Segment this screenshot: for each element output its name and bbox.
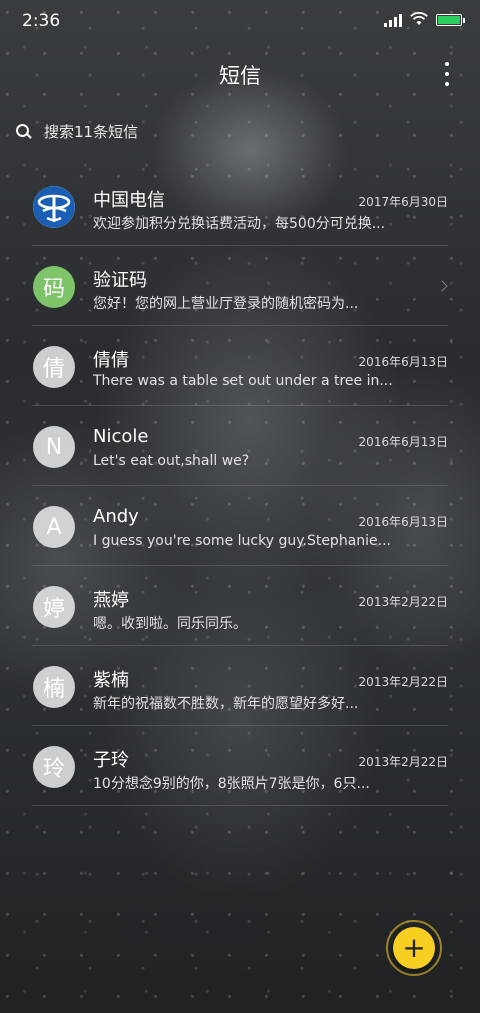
contact-name: 燕婷 <box>93 590 129 611</box>
china-telecom-logo-icon <box>33 186 75 228</box>
message-date: 2016年6月13日 <box>358 515 448 529</box>
message-date: 2013年2月22日 <box>358 755 448 769</box>
avatar: 楠 <box>33 666 75 708</box>
conversation-row[interactable]: N Nicole 2016年6月13日 Let's eat out,shall … <box>0 406 480 486</box>
message-preview: I guess you're some lucky guy.Stephanie.… <box>93 533 391 549</box>
message-preview: 10分想念9别的你，8张照片7张是你，6只... <box>93 776 370 792</box>
conversation-row[interactable]: 倩 倩倩 2016年6月13日 There was a table set ou… <box>0 326 480 406</box>
avatar: N <box>33 426 75 468</box>
wifi-icon <box>410 12 428 28</box>
message-date: 2013年2月22日 <box>358 595 448 609</box>
more-vertical-icon[interactable] <box>442 62 452 86</box>
contact-name: 验证码 <box>93 270 147 291</box>
avatar: A <box>33 506 75 548</box>
avatar: 倩 <box>33 346 75 388</box>
conversation-row[interactable]: A Andy 2016年6月13日 I guess you're some lu… <box>0 486 480 566</box>
new-message-fab[interactable]: + <box>386 920 442 976</box>
search-icon <box>16 124 30 138</box>
status-bar: 2:36 <box>0 0 480 44</box>
search-bar[interactable]: 搜索11条短信 <box>16 116 138 146</box>
avatar: 婷 <box>33 586 75 628</box>
message-date: 2016年6月13日 <box>358 435 448 449</box>
contact-name: 子玲 <box>93 750 129 771</box>
conversation-row[interactable]: 玲 子玲 2013年2月22日 10分想念9别的你，8张照片7张是你，6只... <box>0 726 480 806</box>
message-date: 2016年6月13日 <box>358 355 448 369</box>
contact-name: 中国电信 <box>93 190 165 211</box>
contact-name: 倩倩 <box>93 350 129 371</box>
conversation-list: 中国电信 2017年6月30日 欢迎参加积分兑换话费活动，每500分可兑换...… <box>0 166 480 806</box>
message-preview: 欢迎参加积分兑换话费活动，每500分可兑换... <box>93 216 386 232</box>
plus-icon: + <box>393 927 435 969</box>
avatar: 玲 <box>33 746 75 788</box>
battery-icon <box>436 14 465 26</box>
search-placeholder: 搜索11条短信 <box>44 122 139 141</box>
message-preview: 新年的祝福数不胜数，新年的愿望好多好... <box>93 696 359 712</box>
message-preview: 嗯。收到啦。同乐同乐。 <box>93 616 247 632</box>
status-icons <box>384 12 465 28</box>
conversation-row[interactable]: 楠 紫楠 2013年2月22日 新年的祝福数不胜数，新年的愿望好多好... <box>0 646 480 726</box>
conversation-row[interactable]: 码 验证码 您好！您的网上营业厅登录的随机密码为... <box>0 246 480 326</box>
signal-icon <box>384 13 402 27</box>
chevron-right-icon <box>436 280 448 292</box>
contact-name: 紫楠 <box>93 670 129 691</box>
message-preview: There was a table set out under a tree i… <box>93 373 393 389</box>
page-title: 短信 <box>219 64 261 88</box>
contact-name: Nicole <box>93 426 149 447</box>
message-preview: 您好！您的网上营业厅登录的随机密码为... <box>93 296 359 312</box>
message-date: 2017年6月30日 <box>358 195 448 209</box>
conversation-row[interactable]: 中国电信 2017年6月30日 欢迎参加积分兑换话费活动，每500分可兑换... <box>0 166 480 246</box>
message-date: 2013年2月22日 <box>358 675 448 689</box>
divider <box>32 805 448 806</box>
status-time: 2:36 <box>22 11 61 31</box>
avatar: 码 <box>33 266 75 308</box>
conversation-row[interactable]: 婷 燕婷 2013年2月22日 嗯。收到啦。同乐同乐。 <box>0 566 480 646</box>
message-preview: Let's eat out,shall we? <box>93 453 250 469</box>
contact-name: Andy <box>93 506 139 527</box>
